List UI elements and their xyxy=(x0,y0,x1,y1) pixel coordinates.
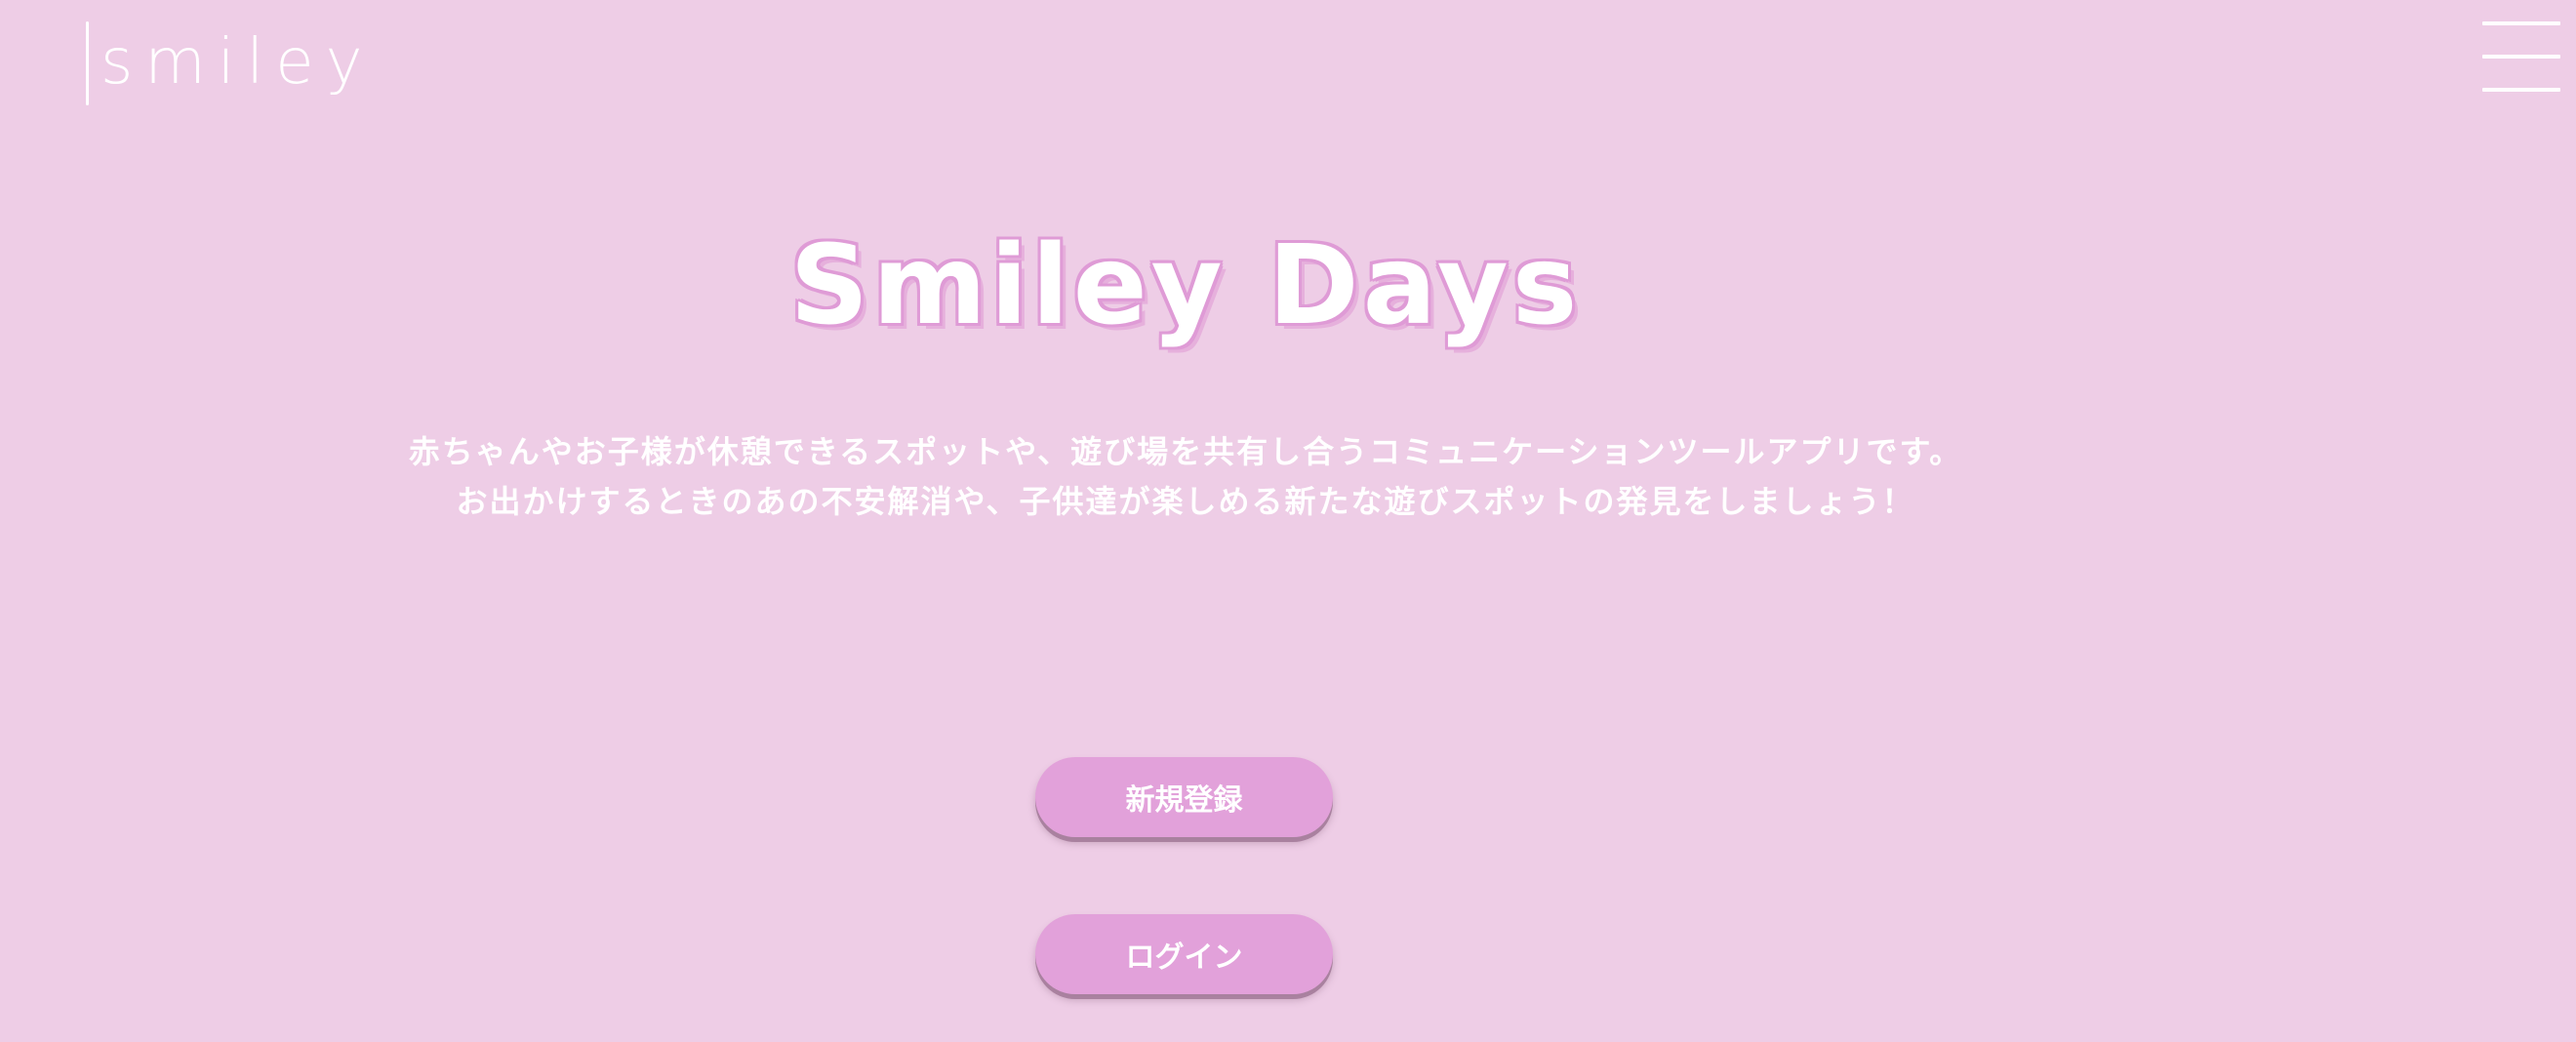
menu-line xyxy=(2482,21,2560,25)
login-button[interactable]: ログイン xyxy=(1035,914,1333,994)
logo-bar xyxy=(86,21,89,105)
register-button[interactable]: 新規登録 xyxy=(1035,757,1333,837)
hero-description-line: 赤ちゃんやお子様が休憩できるスポットや、遊び場を共有し合うコミュニケーションツー… xyxy=(408,433,1963,470)
hamburger-menu-icon[interactable] xyxy=(2482,21,2560,92)
hero-description-line: お出かけするときのあの不安解消や、子供達が楽しめる新たな遊びスポットの発見をしま… xyxy=(456,483,1915,520)
hero-description: 赤ちゃんやお子様が休憩できるスポットや、遊び場を共有し合うコミュニケーションツー… xyxy=(0,427,2371,527)
logo-text: smiley xyxy=(101,26,375,99)
menu-line xyxy=(2482,88,2560,92)
hero-title: Smiley Days xyxy=(789,222,1582,349)
site-logo[interactable]: smiley xyxy=(86,21,375,111)
menu-line xyxy=(2482,55,2560,59)
